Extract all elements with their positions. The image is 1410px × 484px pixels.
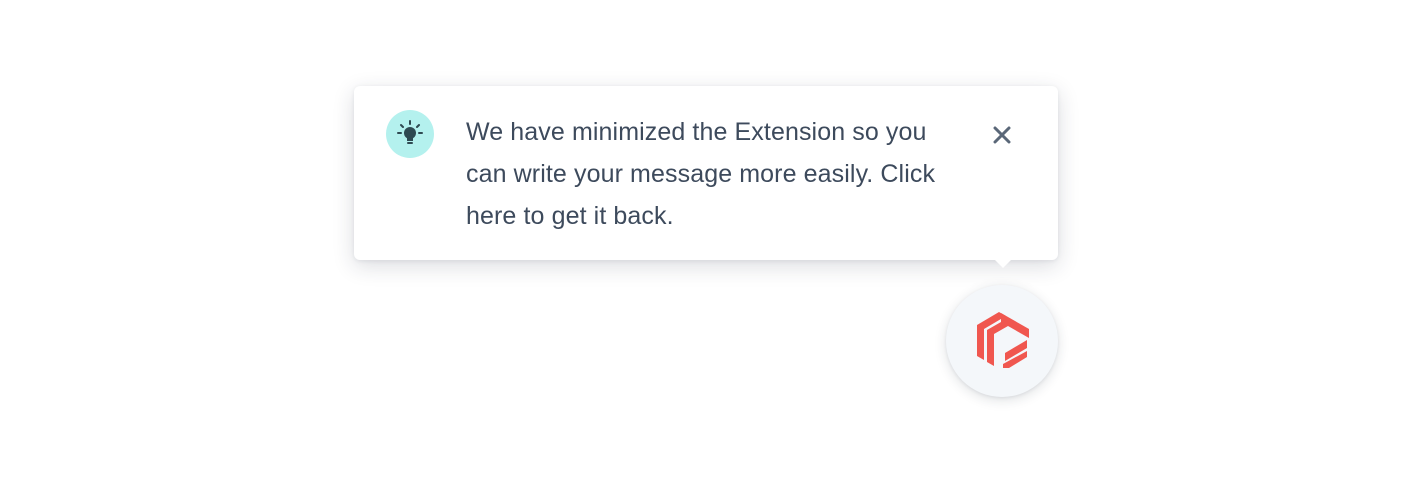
page: We have minimized the Extension so you c… [0,0,1410,484]
lightbulb-badge [386,110,434,158]
extension-logo-icon [977,312,1029,368]
extension-launcher-button[interactable] [946,285,1058,397]
tooltip-arrow [995,260,1011,268]
minimized-extension-tooltip: We have minimized the Extension so you c… [354,86,1058,268]
close-button[interactable] [986,119,1018,151]
lightbulb-icon [397,120,423,144]
close-icon [993,126,1011,144]
tooltip-message: We have minimized the Extension so you c… [466,118,936,230]
